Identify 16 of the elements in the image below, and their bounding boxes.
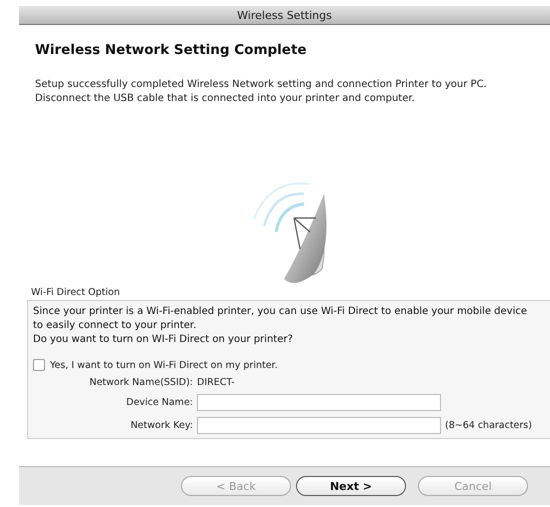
checkbox[interactable] xyxy=(33,359,45,371)
group-label: Wi-Fi Direct Option xyxy=(31,287,121,298)
window-title: Wireless Settings xyxy=(237,8,332,22)
info-text: Since your printer is a Wi-Fi-enabled printer, you can use Wi-Fi Direct to enable your mobile device to easily connect to your printer. xyxy=(33,305,528,333)
field-label: Network Name(SSID): xyxy=(88,377,193,388)
field-label: Device Name: xyxy=(125,397,193,408)
field-label: Network Key: xyxy=(130,420,193,431)
input-field[interactable] xyxy=(197,394,441,411)
input-field[interactable] xyxy=(197,417,441,434)
description: Setup successfully completed Wireless Network setting and connection Printer to your PC. Disconnect the USB cable that is connected into your printer and computer. xyxy=(35,78,488,106)
heading: Wireless Network Setting Complete xyxy=(35,42,308,58)
checkbox-label[interactable]: Yes, I want to turn on Wi-Fi Direct on my printer. xyxy=(50,360,278,370)
info-question: Do you want to turn on WI-Fi Direct on your printer? xyxy=(33,333,294,347)
ssid-value: DIRECT- xyxy=(197,377,236,388)
field-hint: (8~64 characters) xyxy=(445,420,533,431)
dialog-button[interactable]: Next > xyxy=(296,476,406,496)
